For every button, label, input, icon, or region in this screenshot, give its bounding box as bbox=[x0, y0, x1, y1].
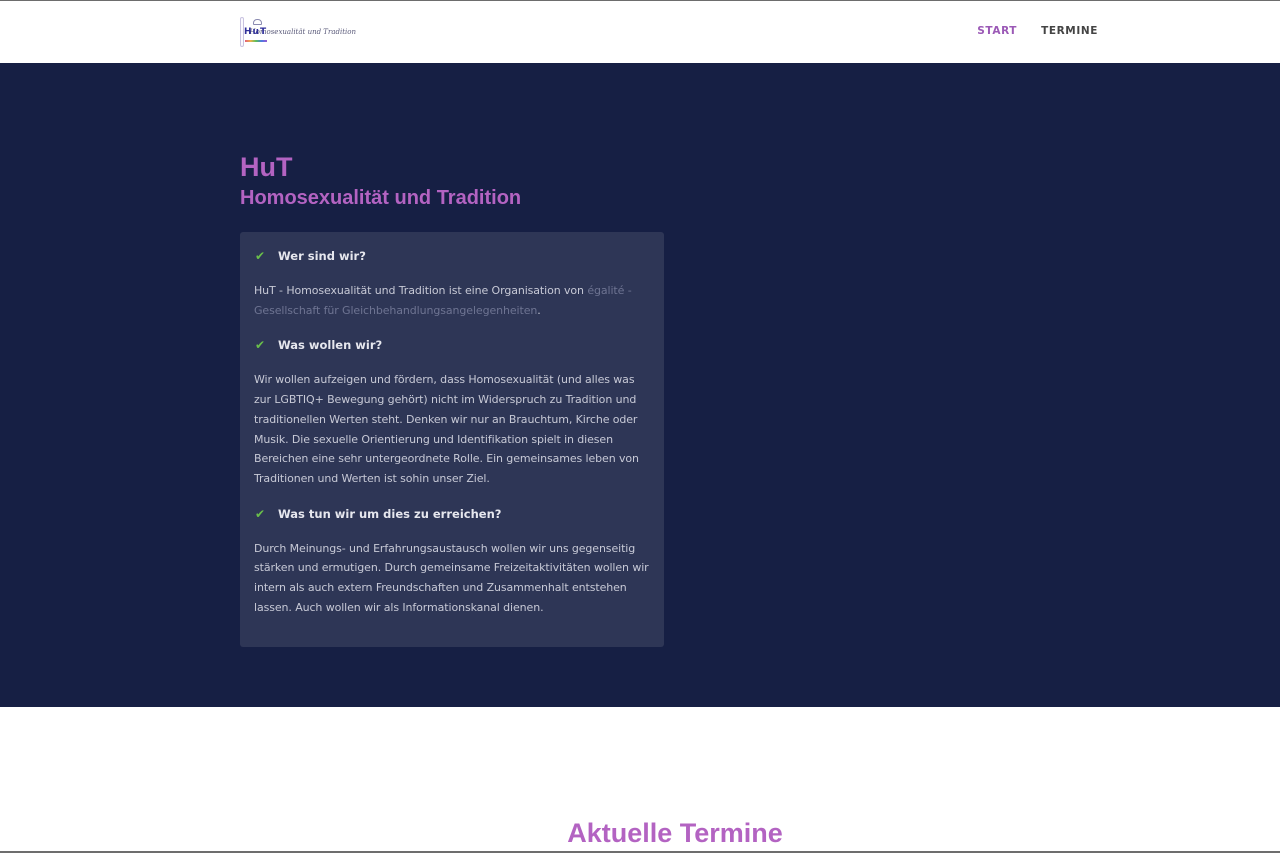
nav-item-start[interactable]: START bbox=[977, 25, 1017, 37]
section-body-wer: HuT - Homosexualität und Tradition ist e… bbox=[254, 281, 650, 320]
hero-subtitle: Homosexualität und Tradition bbox=[240, 187, 522, 209]
nav-item-termine[interactable]: TERMINE bbox=[1041, 25, 1098, 37]
rainbow-stripe bbox=[245, 40, 267, 42]
heading-text: Was wollen wir? bbox=[278, 338, 383, 353]
hat-icon bbox=[253, 19, 262, 25]
logo-text: HuT bbox=[244, 27, 268, 37]
logo-mark: HuT bbox=[240, 17, 267, 47]
site-logo[interactable]: HuT Homosexualität und Tradition bbox=[240, 15, 356, 49]
checkmark-icon: ✔ bbox=[255, 506, 266, 521]
section-body-was: Wir wollen aufzeigen und fördern, dass H… bbox=[254, 373, 639, 485]
checkmark-icon: ✔ bbox=[255, 249, 266, 263]
section-heading-was: ✔ Was wollen wir? bbox=[254, 335, 650, 355]
hero-section: HuT Homosexualität und Tradition ✔ Wer s… bbox=[0, 63, 1280, 707]
about-card: ✔ Wer sind wir? HuT - Homosexualität und… bbox=[240, 232, 664, 647]
site-header: HuT Homosexualität und Tradition START T… bbox=[0, 0, 1280, 63]
body-suffix: . bbox=[537, 303, 541, 317]
main-nav: START TERMINE bbox=[977, 25, 1098, 37]
heading-text: Was tun wir um dies zu erreichen? bbox=[278, 506, 502, 521]
termine-title: Aktuelle Termine bbox=[567, 818, 783, 848]
section-body-tun: Durch Meinungs- und Erfahrungsaustausch … bbox=[254, 541, 649, 614]
section-heading-wer: ✔ Wer sind wir? bbox=[254, 246, 650, 266]
heading-text: Wer sind wir? bbox=[278, 249, 366, 263]
section-heading-tun: ✔ Was tun wir um dies zu erreichen? bbox=[254, 504, 650, 524]
body-text: HuT - Homosexualität und Tradition ist e… bbox=[254, 284, 588, 297]
hero-title: HuT bbox=[240, 152, 293, 182]
checkmark-icon: ✔ bbox=[255, 338, 266, 353]
